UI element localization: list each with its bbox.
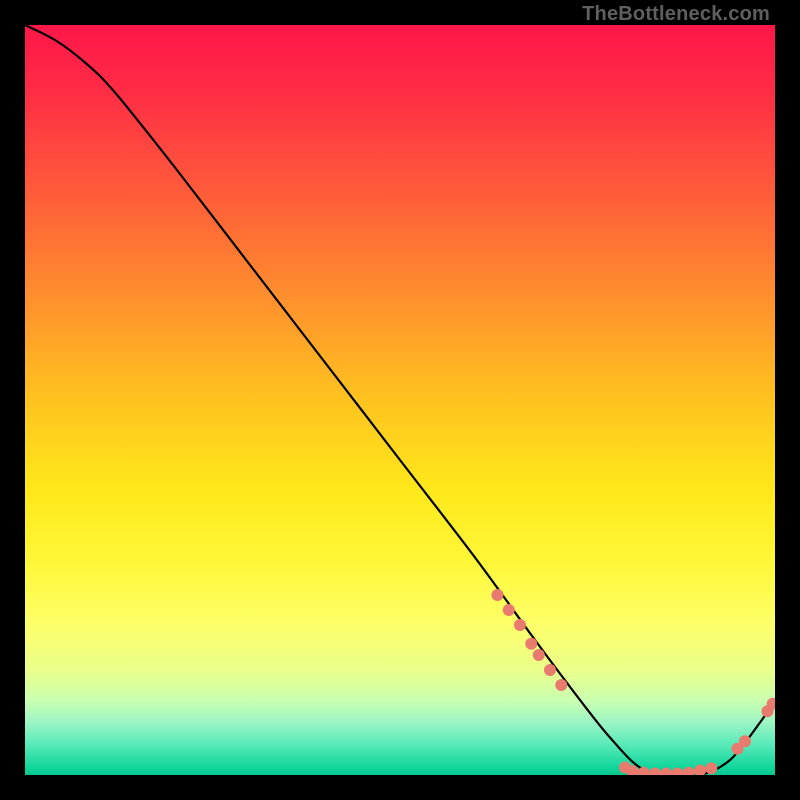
curve-marker [705,762,717,774]
stage: TheBottleneck.com [0,0,800,800]
curve-marker [739,735,751,747]
curve-marker [660,768,672,776]
curve-markers [492,589,776,775]
curve-marker [503,604,515,616]
curve-layer [25,25,775,775]
curve-marker [525,638,537,650]
curve-marker [533,649,545,661]
curve-marker [672,768,684,776]
attribution-label: TheBottleneck.com [582,4,770,24]
curve-marker [544,664,556,676]
curve-marker [683,767,695,775]
plot-area [25,25,775,775]
curve-marker [514,619,526,631]
curve-marker [492,589,504,601]
curve-marker [555,679,567,691]
bottleneck-curve-line [25,25,775,775]
curve-marker [694,765,706,776]
curve-marker [649,768,661,776]
